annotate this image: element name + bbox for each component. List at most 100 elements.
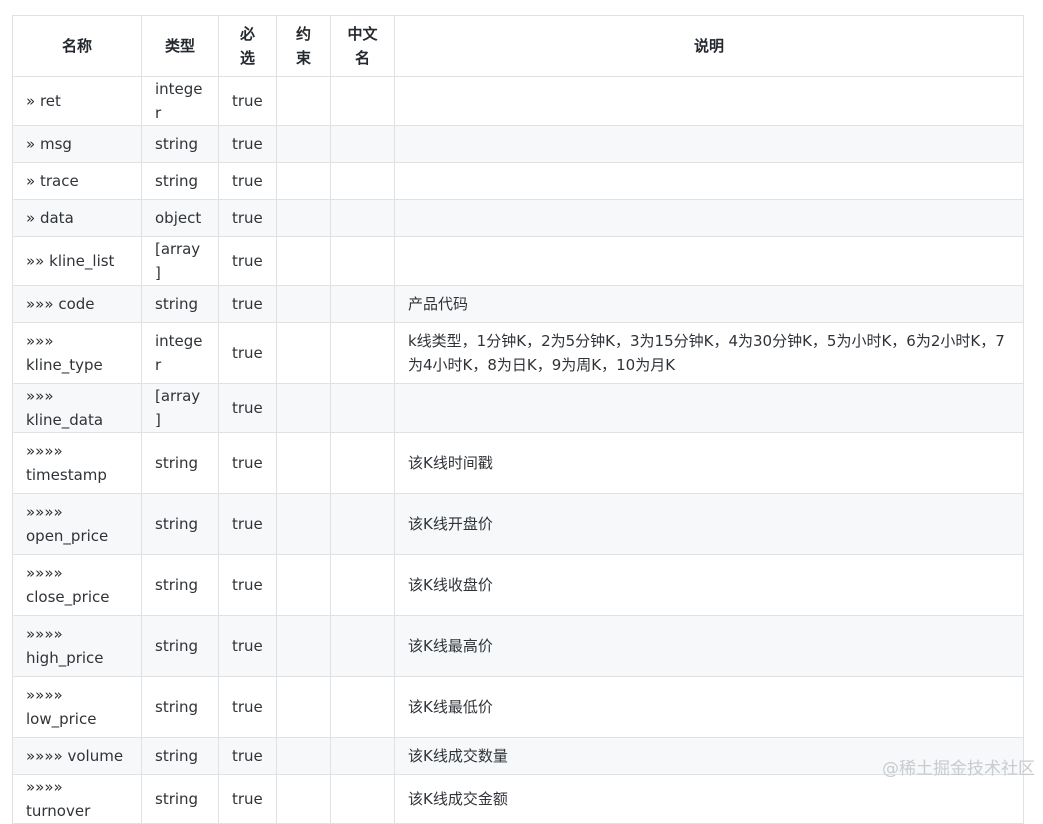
field-name-cell: »»» code <box>12 285 142 323</box>
field-name-cell: »»»» timestamp <box>12 432 142 494</box>
nesting-prefix: »»»» <box>26 564 63 582</box>
field-name: open_price <box>26 527 109 545</box>
field-name: trace <box>39 172 79 190</box>
field-constraint <box>276 774 331 824</box>
table-body: » ret integer true » msg string true » t… <box>12 76 1024 824</box>
field-name: volume <box>67 747 124 765</box>
table-row: » trace string true <box>12 162 1024 200</box>
field-name-cell: » msg <box>12 125 142 163</box>
field-type: string <box>141 125 219 163</box>
nesting-prefix: » <box>26 172 36 190</box>
field-constraint <box>276 432 331 494</box>
header-description: 说明 <box>394 15 1024 77</box>
field-name-cell: »»»» close_price <box>12 554 142 616</box>
field-constraint <box>276 236 331 286</box>
field-constraint <box>276 383 331 433</box>
field-constraint <box>276 76 331 126</box>
nesting-prefix: »»»» <box>26 686 63 704</box>
field-required: true <box>218 285 277 323</box>
field-constraint <box>276 676 331 738</box>
field-description: 产品代码 <box>394 285 1024 323</box>
field-type: [array] <box>141 383 219 433</box>
field-constraint <box>276 737 331 775</box>
table-row: »»»» close_price string true 该K线收盘价 <box>12 554 1024 616</box>
field-chinese-name <box>330 76 395 126</box>
field-type: string <box>141 774 219 824</box>
field-description <box>394 162 1024 200</box>
field-required: true <box>218 615 277 677</box>
field-name: low_price <box>26 710 97 728</box>
field-required: true <box>218 162 277 200</box>
table-row: » data object true <box>12 199 1024 237</box>
field-name-cell: »»»» high_price <box>12 615 142 677</box>
field-name-cell: » data <box>12 199 142 237</box>
field-type: string <box>141 554 219 616</box>
table-row: »»» code string true 产品代码 <box>12 285 1024 323</box>
field-type: string <box>141 615 219 677</box>
field-constraint <box>276 285 331 323</box>
field-required: true <box>218 432 277 494</box>
watermark: @稀土掘金技术社区 <box>882 759 1035 779</box>
field-description <box>394 236 1024 286</box>
field-required: true <box>218 676 277 738</box>
field-required: true <box>218 383 277 433</box>
table-row: »» kline_list [array] true <box>12 236 1024 286</box>
field-name: kline_type <box>26 356 103 374</box>
field-required: true <box>218 76 277 126</box>
field-description: 该K线最高价 <box>394 615 1024 677</box>
field-name: data <box>39 209 74 227</box>
field-name-cell: »»»» turnover <box>12 774 142 824</box>
field-constraint <box>276 125 331 163</box>
field-type: string <box>141 285 219 323</box>
field-chinese-name <box>330 383 395 433</box>
table-row: »»»» high_price string true 该K线最高价 <box>12 615 1024 677</box>
field-name: ret <box>39 92 61 110</box>
field-chinese-name <box>330 125 395 163</box>
table-row: »»» kline_data [array] true <box>12 383 1024 433</box>
header-chinese-name: 中文名 <box>330 15 395 77</box>
field-name-cell: »»» kline_type <box>12 322 142 384</box>
field-chinese-name <box>330 615 395 677</box>
field-name-cell: »» kline_list <box>12 236 142 286</box>
field-chinese-name <box>330 236 395 286</box>
field-description: k线类型，1分钟K，2为5分钟K，3为15分钟K，4为30分钟K，5为小时K，6… <box>394 322 1024 384</box>
header-name: 名称 <box>12 15 142 77</box>
nesting-prefix: »»» <box>26 332 54 350</box>
table-row: » msg string true <box>12 125 1024 163</box>
field-description: 该K线成交金额 <box>394 774 1024 824</box>
header-type: 类型 <box>141 15 219 77</box>
field-required: true <box>218 493 277 555</box>
table-row: »»»» open_price string true 该K线开盘价 <box>12 493 1024 555</box>
nesting-prefix: »»»» <box>26 778 63 796</box>
field-required: true <box>218 322 277 384</box>
field-chinese-name <box>330 162 395 200</box>
table-row: »»»» volume string true 该K线成交数量 <box>12 737 1024 775</box>
field-type: string <box>141 493 219 555</box>
nesting-prefix: » <box>26 135 36 153</box>
field-required: true <box>218 737 277 775</box>
field-description: 该K线时间戳 <box>394 432 1024 494</box>
field-description <box>394 383 1024 433</box>
field-type: string <box>141 432 219 494</box>
field-name: high_price <box>26 649 104 667</box>
table-row: »»»» turnover string true 该K线成交金额 <box>12 774 1024 824</box>
field-name-cell: » trace <box>12 162 142 200</box>
field-constraint <box>276 615 331 677</box>
field-chinese-name <box>330 199 395 237</box>
field-description <box>394 125 1024 163</box>
field-name-cell: » ret <box>12 76 142 126</box>
nesting-prefix: »»» <box>26 295 54 313</box>
nesting-prefix: »»» <box>26 387 54 405</box>
nesting-prefix: »»»» <box>26 747 63 765</box>
nesting-prefix: »»»» <box>26 442 63 460</box>
header-constraint: 约束 <box>276 15 331 77</box>
field-type: integer <box>141 76 219 126</box>
field-constraint <box>276 493 331 555</box>
field-name: timestamp <box>26 466 107 484</box>
field-constraint <box>276 199 331 237</box>
field-chinese-name <box>330 493 395 555</box>
field-name: kline_data <box>26 411 104 429</box>
field-chinese-name <box>330 285 395 323</box>
nesting-prefix: »»»» <box>26 503 63 521</box>
field-name: close_price <box>26 588 110 606</box>
